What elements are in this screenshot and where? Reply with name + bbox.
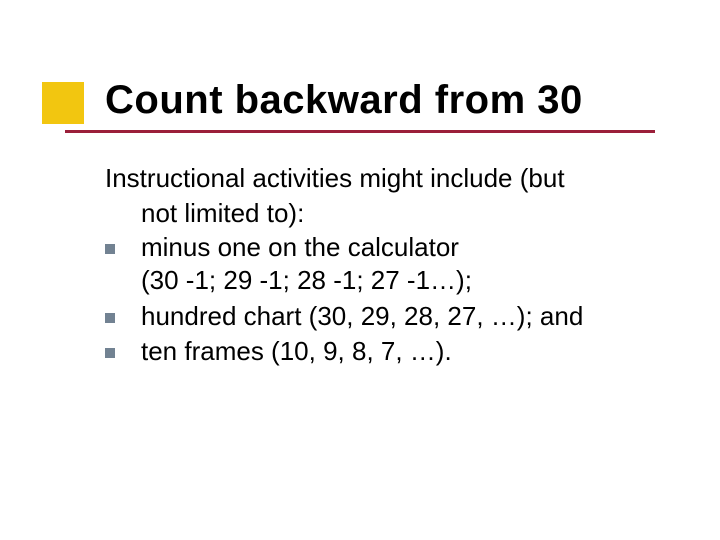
bullet-text: hundred chart (30, 29, 28, 27, …); and xyxy=(141,300,583,333)
accent-square xyxy=(42,82,84,124)
slide-title: Count backward from 30 xyxy=(105,78,583,123)
title-underline xyxy=(65,130,655,133)
square-bullet-icon xyxy=(105,231,141,259)
bullet-text: minus one on the calculator xyxy=(141,231,459,264)
square-bullet-icon xyxy=(105,300,141,328)
intro-line-1: Instructional activities might include (… xyxy=(105,162,650,195)
bullet-text-cont: (30 -1; 29 -1; 28 -1; 27 -1…); xyxy=(105,264,650,297)
bullet-text: ten frames (10, 9, 8, 7, …). xyxy=(141,335,452,368)
list-item: minus one on the calculator xyxy=(105,231,650,264)
list-item: ten frames (10, 9, 8, 7, …). xyxy=(105,335,650,368)
square-bullet-icon xyxy=(105,335,141,363)
intro-line-2: not limited to): xyxy=(105,197,650,230)
list-item: hundred chart (30, 29, 28, 27, …); and xyxy=(105,300,650,333)
slide-body: Instructional activities might include (… xyxy=(105,162,650,368)
